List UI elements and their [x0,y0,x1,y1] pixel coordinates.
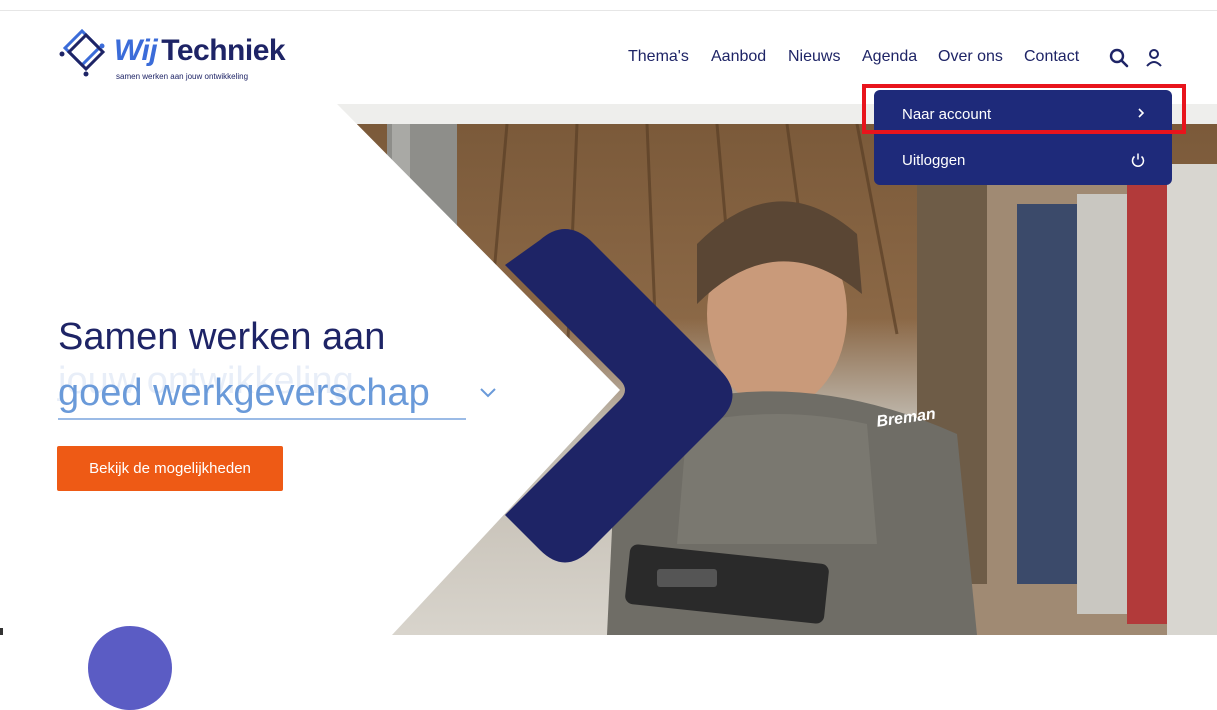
chevron-down-icon[interactable] [480,388,496,398]
rotating-text-current: goed werkgeverschap [58,372,430,414]
decorative-circle [88,626,172,710]
corner-mark [0,628,3,635]
cta-button[interactable]: Bekijk de mogelijkheden [57,446,283,491]
rotating-text-underline [58,418,466,420]
highlight-box [862,84,1186,134]
hero-headline: Samen werken aan [58,316,386,358]
menu-item-label: Uitloggen [902,152,966,169]
menu-item-uitloggen[interactable]: Uitloggen [874,138,1172,182]
power-icon [1131,153,1145,167]
